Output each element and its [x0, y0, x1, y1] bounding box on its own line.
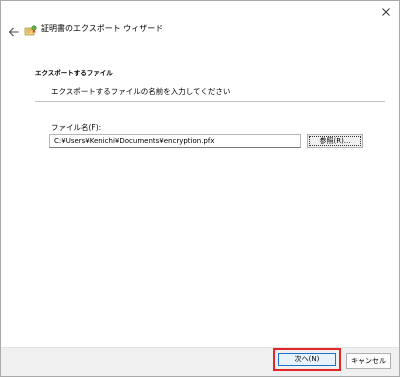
next-button[interactable]: 次へ(N)	[278, 353, 336, 366]
next-button-highlight[interactable]: 次へ(N)	[273, 348, 341, 371]
close-icon	[382, 8, 390, 16]
browse-button[interactable]: 参照(R)...	[307, 134, 363, 148]
header-divider	[35, 101, 385, 102]
wizard-window: 証明書のエクスポート ウィザード エクスポートするファイル エクスポートするファ…	[0, 0, 400, 377]
window-title: 証明書のエクスポート ウィザード	[41, 24, 164, 33]
file-name-label: ファイル名(F):	[51, 123, 102, 132]
cancel-button[interactable]: キャンセル	[346, 353, 391, 369]
back-arrow-icon	[8, 27, 19, 37]
back-button[interactable]	[8, 23, 20, 37]
section-subheading: エクスポートするファイルの名前を入力してください	[51, 87, 231, 96]
certificate-wizard-icon	[24, 22, 38, 36]
section-heading: エクスポートするファイル	[35, 69, 113, 77]
close-button[interactable]	[379, 4, 393, 18]
file-name-input[interactable]: C:¥Users¥Kenichi¥Documents¥encryption.pf…	[49, 134, 301, 148]
wizard-footer: 次へ(N) キャンセル	[1, 347, 399, 376]
